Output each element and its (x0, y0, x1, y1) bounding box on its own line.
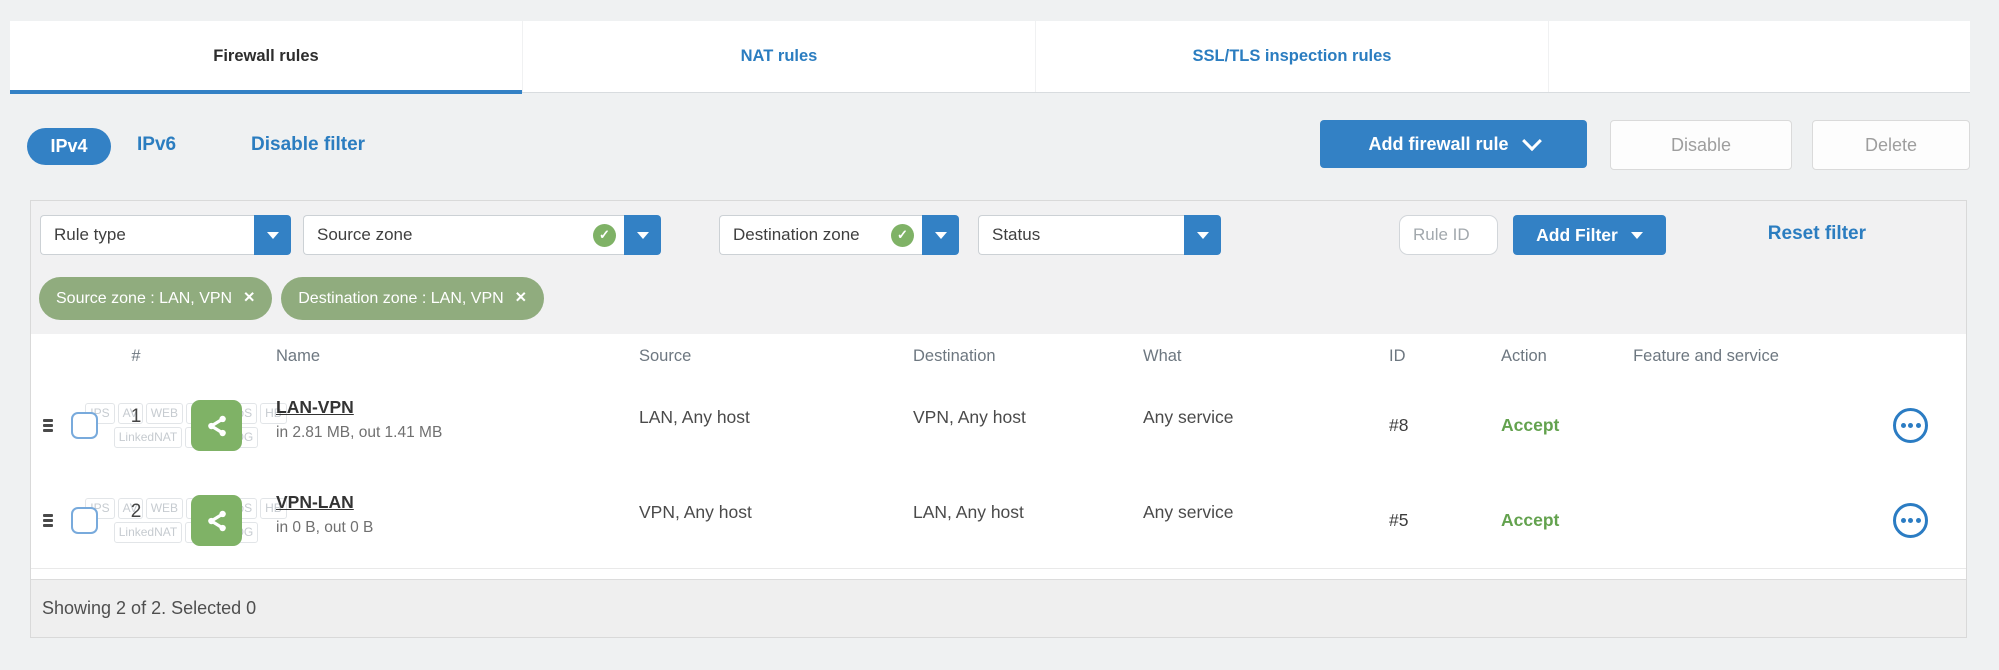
rule-id: #8 (1389, 415, 1409, 435)
status-dropdown-button[interactable] (1184, 215, 1221, 255)
tab-nat-rules-label: NAT rules (740, 47, 818, 65)
destination-zone-dropdown[interactable]: Destination zone ✓ (719, 215, 959, 255)
chip-source-zone: Source zone : LAN, VPN ✕ (39, 277, 273, 320)
rule-id: #5 (1389, 510, 1409, 530)
rule-action: Accept (1501, 415, 1560, 435)
rule-destination: VPN, Any host (913, 406, 1026, 427)
row-more-cell (1893, 378, 1928, 473)
status-field: Status (978, 215, 1184, 255)
active-tab-underline (10, 90, 522, 94)
rule-source: LAN, Any host (639, 406, 750, 427)
share-zones-icon[interactable] (191, 495, 242, 546)
tab-ssl-tls-label: SSL/TLS inspection rules (1192, 47, 1392, 65)
firewall-rules-panel: Rule type Source zone ✓ Destination zone… (30, 200, 1967, 638)
source-zone-dropdown-button[interactable] (624, 215, 661, 255)
chevron-down-icon (1521, 131, 1542, 152)
chip-destination-zone-label: Destination zone : LAN, VPN (298, 289, 504, 307)
table-row: 1 LAN-VPN in 2.81 MB, out 1.41 MB LAN, A… (31, 378, 1966, 474)
caret-down-icon (636, 231, 649, 239)
row-checkbox[interactable] (71, 507, 98, 534)
showing-status-text: Showing 2 of 2. Selected 0 (42, 598, 257, 618)
rule-name-link[interactable]: VPN-LAN (276, 492, 373, 513)
rule-type-label: Rule type (54, 225, 126, 244)
rule-what: Any service (1143, 406, 1234, 427)
rule-type-field: Rule type (40, 215, 254, 255)
add-filter-label: Add Filter (1536, 224, 1618, 245)
rule-source: VPN, Any host (639, 501, 752, 522)
caret-down-icon (266, 231, 279, 239)
ipv6-toggle[interactable]: IPv6 (137, 134, 176, 156)
rule-name-cell: LAN-VPN in 2.81 MB, out 1.41 MB (276, 397, 442, 442)
table-header-row: # Name Source Destination What ID Action… (31, 334, 1966, 379)
table-row: 2 VPN-LAN in 0 B, out 0 B VPN, Any host … (31, 473, 1966, 569)
row-number: 2 (130, 501, 142, 522)
row-number: 1 (130, 406, 142, 427)
filter-applied-check-icon: ✓ (593, 223, 616, 247)
reset-filter-link[interactable]: Reset filter (1768, 223, 1866, 245)
source-zone-field: Source zone ✓ (303, 215, 624, 255)
rule-name-link[interactable]: LAN-VPN (276, 397, 442, 418)
status-label: Status (992, 225, 1041, 244)
header-feature-service: Feature and service (1633, 346, 1779, 365)
chip-remove-icon[interactable]: ✕ (243, 291, 255, 306)
rule-traffic: in 0 B, out 0 B (276, 519, 374, 536)
filter-applied-check-icon: ✓ (891, 223, 914, 247)
share-icon (207, 510, 226, 531)
rule-destination: LAN, Any host (913, 501, 1024, 522)
rule-type-dropdown-button[interactable] (254, 215, 291, 255)
table-footer: Showing 2 of 2. Selected 0 (31, 579, 1966, 637)
add-filter-button[interactable]: Add Filter (1513, 215, 1666, 255)
drag-handle-icon[interactable] (43, 473, 53, 568)
header-id: ID (1389, 346, 1406, 365)
drag-handle-icon[interactable] (43, 378, 53, 473)
rule-what: Any service (1143, 501, 1234, 522)
filter-bar: Rule type Source zone ✓ Destination zone… (31, 201, 1966, 335)
source-zone-dropdown[interactable]: Source zone ✓ (303, 215, 661, 255)
destination-zone-field: Destination zone ✓ (719, 215, 922, 255)
caret-down-icon (934, 231, 947, 239)
header-name: Name (276, 346, 321, 365)
rule-type-tabbar: Firewall rules NAT rules SSL/TLS inspect… (10, 21, 1970, 94)
rule-name-cell: VPN-LAN in 0 B, out 0 B (276, 492, 373, 537)
destination-zone-dropdown-button[interactable] (922, 215, 959, 255)
tab-nat-rules[interactable]: NAT rules (523, 21, 1036, 92)
rule-action: Accept (1501, 510, 1560, 530)
tab-ssl-tls-inspection-rules[interactable]: SSL/TLS inspection rules (1036, 21, 1549, 92)
add-firewall-rule-button[interactable]: Add firewall rule (1320, 120, 1587, 168)
more-options-icon[interactable] (1893, 408, 1928, 443)
active-filter-chips: Source zone : LAN, VPN ✕ Destination zon… (39, 277, 544, 320)
delete-button[interactable]: Delete (1812, 120, 1970, 170)
row-more-cell (1893, 473, 1928, 568)
ipv4-toggle[interactable]: IPv4 (27, 128, 111, 165)
chip-destination-zone: Destination zone : LAN, VPN ✕ (281, 277, 544, 320)
chip-remove-icon[interactable]: ✕ (515, 291, 527, 306)
destination-zone-label: Destination zone (733, 225, 860, 244)
header-what: What (1143, 346, 1182, 365)
caret-down-icon (1196, 231, 1209, 239)
disable-button[interactable]: Disable (1610, 120, 1792, 170)
status-dropdown[interactable]: Status (978, 215, 1221, 255)
tab-firewall-rules[interactable]: Firewall rules (10, 21, 523, 94)
row-checkbox[interactable] (71, 412, 98, 439)
rule-id-input[interactable] (1399, 215, 1498, 255)
disable-filter-link[interactable]: Disable filter (251, 134, 365, 156)
header-action: Action (1501, 346, 1547, 365)
source-zone-label: Source zone (317, 225, 413, 244)
tab-firewall-rules-label: Firewall rules (213, 47, 319, 65)
header-number: # (131, 346, 141, 365)
caret-down-icon (1630, 231, 1643, 239)
share-zones-icon[interactable] (191, 400, 242, 451)
rule-type-dropdown[interactable]: Rule type (40, 215, 291, 255)
header-destination: Destination (913, 346, 996, 365)
more-options-icon[interactable] (1893, 503, 1928, 538)
add-firewall-rule-label: Add firewall rule (1368, 133, 1509, 154)
rule-traffic: in 2.81 MB, out 1.41 MB (276, 424, 443, 441)
share-icon (207, 415, 226, 436)
chip-source-zone-label: Source zone : LAN, VPN (56, 289, 233, 307)
header-source: Source (639, 346, 692, 365)
